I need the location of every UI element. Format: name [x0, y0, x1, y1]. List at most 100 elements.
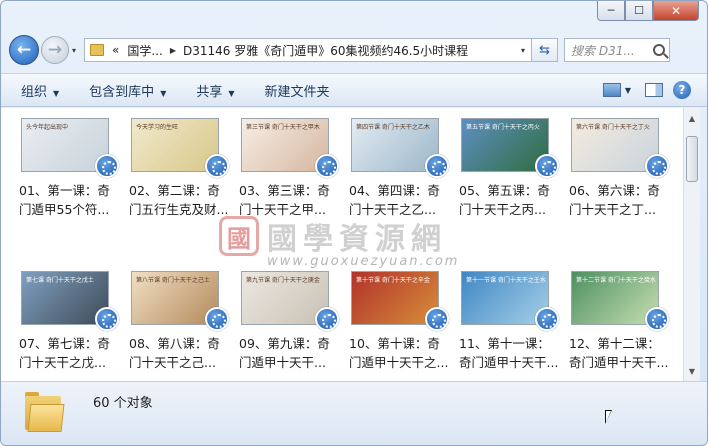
file-name-line-2: 门五行生克及财...	[129, 202, 229, 217]
file-item[interactable]: 第十二节课 奇门十天干之癸水 12、第十二课： 奇门遁甲十天干...	[569, 271, 679, 381]
include-in-library-label: 包含到库中	[89, 84, 155, 100]
file-name: 03、第三课：奇 门十天干之甲...	[239, 181, 343, 219]
file-name-line-2: 门遁甲十天干...	[239, 355, 326, 370]
file-item[interactable]: 第三节课 奇门十天干之甲木 03、第三课：奇 门十天干之甲...	[239, 118, 349, 271]
maximize-button[interactable]: ☐	[625, 1, 653, 21]
change-view-icon[interactable]	[602, 83, 621, 97]
media-player-icon	[425, 307, 449, 331]
folder-icon	[25, 392, 65, 432]
file-name-line-1: 04、第四课：奇	[349, 183, 440, 198]
file-name-line-2: 奇门遁甲十天干...	[569, 355, 669, 370]
file-item[interactable]: 第五节课 奇门十天干之丙火 05、第五课：奇 门十天干之丙...	[459, 118, 569, 271]
back-button[interactable]: ←	[9, 35, 39, 65]
thumbnail-title: 第三节课 奇门十天干之甲木	[246, 124, 320, 131]
file-name: 06、第六课：奇 门十天干之丁...	[569, 181, 673, 219]
explorer-window: ─ ☐ ✕ ← → ▾ « 国学... ▶ D31146 罗雅《奇门遁甲》60集…	[0, 0, 708, 446]
include-in-library-menu[interactable]: 包含到库中 ▼	[89, 81, 166, 100]
file-name: 09、第九课：奇 门遁甲十天干...	[239, 334, 343, 372]
address-bar[interactable]: « 国学... ▶ D31146 罗雅《奇门遁甲》60集视频约46.5小时课程 …	[84, 38, 533, 62]
media-player-icon	[95, 154, 119, 178]
file-name: 08、第八课：奇 门十天干之己...	[129, 334, 233, 372]
thumbnail-title: 第六节课 奇门十天干之丁火	[576, 124, 650, 131]
scrollbar-thumb[interactable]	[686, 136, 698, 182]
scroll-down-icon[interactable]: ▼	[684, 363, 700, 379]
chevron-down-icon: ▼	[160, 88, 167, 98]
media-player-icon	[315, 307, 339, 331]
file-name-line-1: 11、第十一课：	[459, 336, 550, 351]
thumbnail-title: 头今年起出现中	[26, 124, 69, 131]
file-name-line-1: 10、第十课：奇	[349, 336, 440, 351]
close-button[interactable]: ✕	[653, 1, 699, 21]
file-item[interactable]: 第九节课 奇门十天干之庚金 09、第九课：奇 门遁甲十天干...	[239, 271, 349, 381]
file-name-line-1: 03、第三课：奇	[239, 183, 330, 198]
file-item[interactable]: 第六节课 奇门十天干之丁火 06、第六课：奇 门十天干之丁...	[569, 118, 679, 271]
file-name: 07、第七课：奇 门十天干之戊...	[19, 334, 123, 372]
thumbnail-title: 第九节课 奇门十天干之庚金	[246, 277, 320, 284]
refresh-button[interactable]: ⇆	[532, 38, 559, 62]
new-folder-label: 新建文件夹	[264, 84, 330, 100]
file-item[interactable]: 第十一节课 奇门十天干之壬水 11、第十一课： 奇门遁甲十天干...	[459, 271, 569, 381]
file-name-line-2: 门遁甲55个符...	[19, 202, 110, 217]
file-name-line-1: 06、第六课：奇	[569, 183, 660, 198]
mouse-cursor-icon	[605, 410, 612, 424]
thumbnail-title: 第四节课 奇门十天干之乙木	[356, 124, 430, 131]
organize-menu[interactable]: 组织 ▼	[21, 81, 59, 100]
file-name-line-2: 奇门遁甲十天干...	[459, 355, 559, 370]
file-name: 04、第四课：奇 门十天干之乙...	[349, 181, 453, 219]
file-list: 头今年起出现中 01、第一课：奇 门遁甲55个符... 今天学习的生旺 02、第二课：奇…	[1, 108, 683, 381]
thumbnail-title: 第十节课 奇门十天干之辛金	[356, 277, 430, 284]
view-controls: ▼ ?	[602, 81, 691, 99]
thumbnail-title: 第十二节课 奇门十天干之癸水	[576, 277, 656, 284]
share-label: 共享	[196, 84, 223, 100]
search-input[interactable]: 搜索 D31...	[564, 38, 671, 62]
new-folder-button[interactable]: 新建文件夹	[265, 81, 330, 100]
address-dropdown-icon[interactable]: ▾	[515, 46, 531, 55]
media-player-icon	[645, 307, 669, 331]
media-player-icon	[205, 307, 229, 331]
breadcrumb-separator-icon[interactable]: ▶	[167, 46, 179, 55]
file-grid: 头今年起出现中 01、第一课：奇 门遁甲55个符... 今天学习的生旺 02、第二课：奇…	[19, 118, 679, 381]
breadcrumb-item-current[interactable]: D31146 罗雅《奇门遁甲》60集视频约46.5小时课程	[179, 42, 472, 59]
share-menu[interactable]: 共享 ▼	[196, 81, 234, 100]
forward-button[interactable]: →	[41, 36, 69, 64]
caption-buttons: ─ ☐ ✕	[597, 1, 699, 21]
file-name-line-1: 07、第七课：奇	[19, 336, 110, 351]
file-name-line-1: 05、第五课：奇	[459, 183, 550, 198]
vertical-scrollbar[interactable]: ▲ ▼	[683, 108, 700, 381]
file-item[interactable]: 第四节课 奇门十天干之乙木 04、第四课：奇 门十天干之乙...	[349, 118, 459, 271]
folder-icon	[90, 44, 105, 56]
file-item[interactable]: 第七课 奇门十天干之戊土 07、第七课：奇 门十天干之戊...	[19, 271, 129, 381]
search-icon[interactable]	[653, 44, 666, 56]
file-name: 05、第五课：奇 门十天干之丙...	[459, 181, 563, 219]
file-name-line-1: 01、第一课：奇	[19, 183, 110, 198]
media-player-icon	[95, 307, 119, 331]
organize-label: 组织	[21, 84, 48, 100]
item-count: 60 个对象	[93, 396, 153, 411]
breadcrumb-item[interactable]: 国学...	[123, 42, 166, 59]
breadcrumb-overflow[interactable]: «	[108, 43, 123, 57]
media-player-icon	[315, 154, 339, 178]
file-item[interactable]: 第十节课 奇门十天干之辛金 10、第十课：奇 门遁甲十天干之...	[349, 271, 459, 381]
thumbnail-title: 第五节课 奇门十天干之丙火	[466, 124, 540, 131]
preview-pane-icon[interactable]	[645, 83, 663, 97]
file-name: 10、第十课：奇 门遁甲十天干之...	[349, 334, 453, 372]
file-item[interactable]: 第八节课 奇门十天干之己土 08、第八课：奇 门十天干之己...	[129, 271, 239, 381]
scroll-up-icon[interactable]: ▲	[684, 110, 700, 126]
view-options-dropdown[interactable]: ▼	[625, 86, 631, 95]
chevron-down-icon: ▼	[53, 88, 60, 98]
minimize-button[interactable]: ─	[597, 1, 625, 21]
media-player-icon	[205, 154, 229, 178]
media-player-icon	[535, 307, 559, 331]
help-icon[interactable]: ?	[673, 81, 691, 99]
thumbnail-title: 第十一节课 奇门十天干之壬水	[466, 277, 546, 284]
file-name-line-1: 08、第八课：奇	[129, 336, 220, 351]
search-placeholder: 搜索 D31...	[571, 43, 635, 58]
recent-pages-dropdown[interactable]: ▾	[72, 46, 76, 55]
media-player-icon	[425, 154, 449, 178]
file-item[interactable]: 头今年起出现中 01、第一课：奇 门遁甲55个符...	[19, 118, 129, 271]
thumbnail-title: 第七课 奇门十天干之戊土	[26, 277, 94, 284]
media-player-icon	[535, 154, 559, 178]
file-name-line-2: 门十天干之戊...	[19, 355, 106, 370]
file-item[interactable]: 今天学习的生旺 02、第二课：奇 门五行生克及财...	[129, 118, 239, 271]
command-bar: 组织 ▼ 包含到库中 ▼ 共享 ▼ 新建文件夹 ▼ ?	[1, 73, 707, 107]
